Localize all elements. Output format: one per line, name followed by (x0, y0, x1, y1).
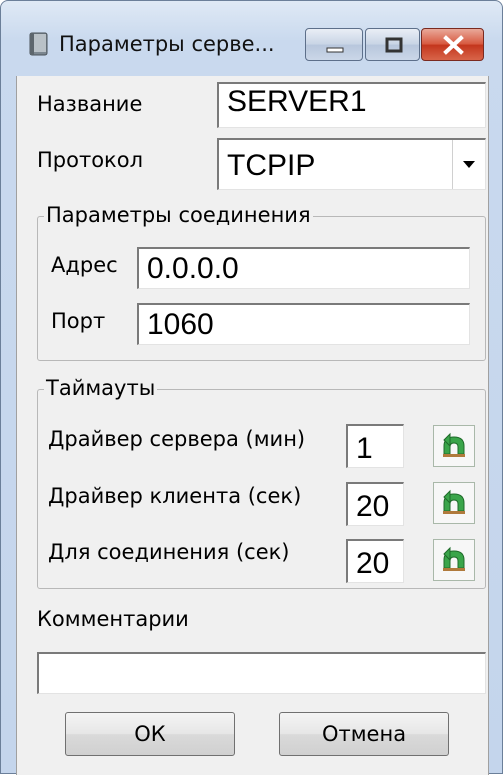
protocol-label: Протокол (37, 148, 144, 172)
green-undo-icon (443, 432, 465, 457)
dialog-body: Название SERVER1 Протокол TCPIP Параметр… (16, 76, 489, 775)
connection-legend: Параметры соединения (44, 203, 313, 227)
timeout-label-server: Драйвер сервера (мин) (48, 427, 306, 451)
title-bar[interactable]: Параметры серве... (1, 1, 502, 76)
maximize-button[interactable] (365, 28, 420, 61)
address-label: Адрес (51, 253, 118, 277)
address-input[interactable]: 0.0.0.0 (137, 247, 470, 289)
cancel-button[interactable]: Отмена (279, 712, 449, 756)
app-book-icon (27, 31, 51, 57)
connection-group: Параметры соединения Адрес 0.0.0.0 Порт … (37, 203, 486, 361)
timeout-label-connection: Для соединения (сек) (48, 540, 290, 564)
timeouts-legend: Таймауты (44, 376, 158, 400)
chevron-down-icon (463, 161, 475, 168)
close-button[interactable] (421, 28, 484, 61)
minimize-icon (326, 47, 344, 53)
ok-button[interactable]: ОК (65, 712, 235, 756)
green-undo-icon (443, 546, 465, 571)
timeout-input-server[interactable]: 1 (346, 424, 404, 468)
comments-input[interactable] (37, 652, 486, 694)
green-undo-icon (443, 489, 465, 514)
timeout-input-client[interactable]: 20 (346, 482, 404, 526)
name-label: Название (37, 92, 143, 116)
minimize-button[interactable] (305, 28, 363, 61)
reset-button-connection[interactable] (433, 539, 475, 581)
protocol-select[interactable]: TCPIP (217, 138, 486, 190)
protocol-value: TCPIP (227, 149, 316, 182)
timeout-label-client: Драйвер клиента (сек) (48, 484, 302, 508)
close-icon (443, 35, 464, 55)
comments-label: Комментарии (37, 607, 189, 631)
reset-button-server[interactable] (433, 425, 475, 467)
port-input[interactable]: 1060 (137, 303, 470, 345)
protocol-dropdown-button[interactable] (452, 140, 485, 189)
dialog-window: Параметры серве... Название SERVER1 Прот… (0, 0, 503, 775)
name-input[interactable]: SERVER1 (217, 82, 486, 128)
timeouts-group: Таймауты Драйвер сервера (мин) 1 Драйвер… (37, 376, 486, 589)
maximize-icon (385, 37, 403, 53)
window-title: Параметры серве... (59, 32, 275, 56)
timeout-input-connection[interactable]: 20 (346, 539, 404, 583)
port-label: Порт (51, 309, 106, 333)
reset-button-client[interactable] (433, 482, 475, 524)
